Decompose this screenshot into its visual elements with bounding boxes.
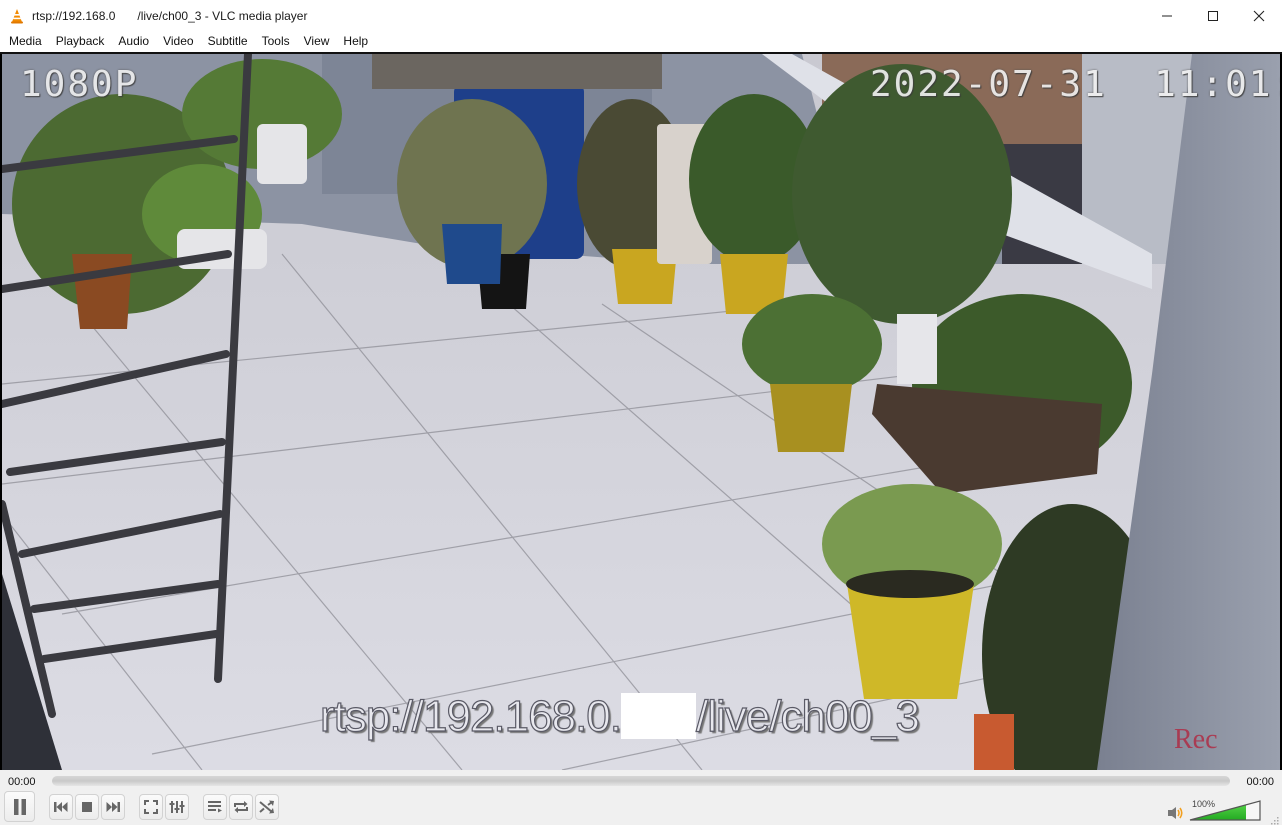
vlc-cone-icon[interactable] (9, 8, 25, 24)
terrace-scene-image (2, 54, 1280, 770)
menu-audio[interactable]: Audio (111, 31, 156, 52)
osd-url-suffix: /live/ch00_3 (695, 691, 920, 741)
next-button[interactable] (101, 794, 125, 820)
speaker-icon[interactable] (1167, 805, 1185, 821)
close-icon (1253, 10, 1265, 21)
pause-icon (13, 798, 26, 815)
osd-stream-url: rtsp://192.168.0. /live/ch00_3 (319, 691, 920, 742)
seek-bar[interactable] (52, 776, 1230, 786)
playlist-button[interactable] (203, 794, 227, 820)
pause-button[interactable] (4, 791, 35, 822)
elapsed-time: 00:00 (8, 776, 36, 788)
title-bar: rtsp://192.168.0 /live/ch00_3 - VLC medi… (0, 0, 1282, 31)
osd-datetime: 2022-07-31 11:01:16 (870, 64, 1280, 105)
volume-slider[interactable] (1189, 800, 1263, 821)
close-button[interactable] (1236, 0, 1282, 31)
minimize-button[interactable] (1144, 0, 1190, 31)
total-time: 00:00 (1246, 776, 1274, 788)
resize-grip[interactable] (1271, 814, 1279, 825)
maximize-button[interactable] (1190, 0, 1236, 31)
osd-url-prefix: rtsp://192.168.0. (319, 691, 622, 741)
extended-settings-button[interactable] (165, 794, 189, 820)
window-title-part1: rtsp://192.168.0 (32, 8, 116, 23)
previous-icon (54, 802, 68, 812)
video-frame: 1080P 2022-07-31 11:01:16 rtsp://192.168… (2, 54, 1280, 770)
fullscreen-icon (144, 800, 158, 814)
menu-playback[interactable]: Playback (49, 31, 112, 52)
loop-icon (234, 801, 248, 813)
window-title-part2: /live/ch00_3 - VLC media player (137, 8, 308, 23)
stop-button[interactable] (75, 794, 99, 820)
next-icon (106, 802, 120, 812)
menu-media[interactable]: Media (2, 31, 49, 52)
menu-tools[interactable]: Tools (255, 31, 297, 52)
redaction-box (621, 693, 696, 739)
random-button[interactable] (255, 794, 279, 820)
fullscreen-button[interactable] (139, 794, 163, 820)
shuffle-icon (259, 800, 274, 814)
playlist-icon (208, 801, 222, 813)
stop-icon (82, 802, 92, 812)
menu-video[interactable]: Video (156, 31, 200, 52)
menu-bar: Media Playback Audio Video Subtitle Tool… (0, 31, 1282, 52)
maximize-icon (1208, 10, 1218, 21)
osd-rec-indicator: Rec (1174, 724, 1218, 755)
previous-button[interactable] (49, 794, 73, 820)
loop-button[interactable] (229, 794, 253, 820)
video-area[interactable]: 1080P 2022-07-31 11:01:16 rtsp://192.168… (0, 52, 1282, 770)
menu-view[interactable]: View (297, 31, 337, 52)
menu-subtitle[interactable]: Subtitle (201, 31, 255, 52)
osd-resolution: 1080P (20, 64, 139, 105)
minimize-icon (1162, 15, 1172, 16)
control-bar: 00:00 00:00 (0, 770, 1282, 825)
equalizer-icon (169, 801, 185, 813)
menu-help[interactable]: Help (336, 31, 375, 52)
